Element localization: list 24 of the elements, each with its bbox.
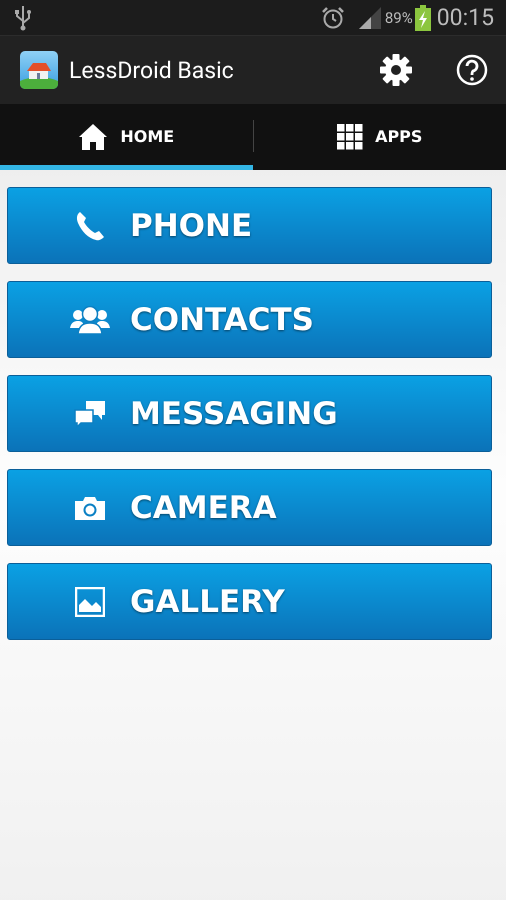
battery-charging-icon: [414, 4, 431, 30]
usb-icon: [14, 4, 32, 30]
people-icon: [70, 306, 110, 334]
house-landscape-icon: [20, 51, 58, 89]
grid-icon: [337, 124, 364, 150]
alarm-clock-icon: [320, 6, 345, 30]
tab[interactable]: APPS: [254, 104, 506, 170]
camera-icon: [74, 494, 106, 520]
chat-bubbles-icon: [74, 400, 106, 428]
battery-percent: 89%: [384, 8, 413, 26]
launch-button[interactable]: CONTACTS: [7, 281, 492, 358]
home-icon: [78, 122, 108, 150]
image-icon: [75, 586, 105, 616]
app-title: LessDroid Basic: [69, 56, 235, 84]
help-icon: [456, 54, 488, 86]
clock-time: 00:15: [436, 4, 494, 31]
launch-button[interactable]: MESSAGING: [7, 375, 492, 452]
signal-icon: [358, 6, 381, 28]
phone-icon: [74, 210, 106, 242]
launch-button[interactable]: GALLERY: [7, 563, 492, 640]
launch-button[interactable]: PHONE: [7, 187, 492, 264]
launch-button[interactable]: CAMERA: [7, 469, 492, 546]
tab[interactable]: HOME: [0, 104, 252, 170]
help-button[interactable]: [456, 54, 488, 86]
